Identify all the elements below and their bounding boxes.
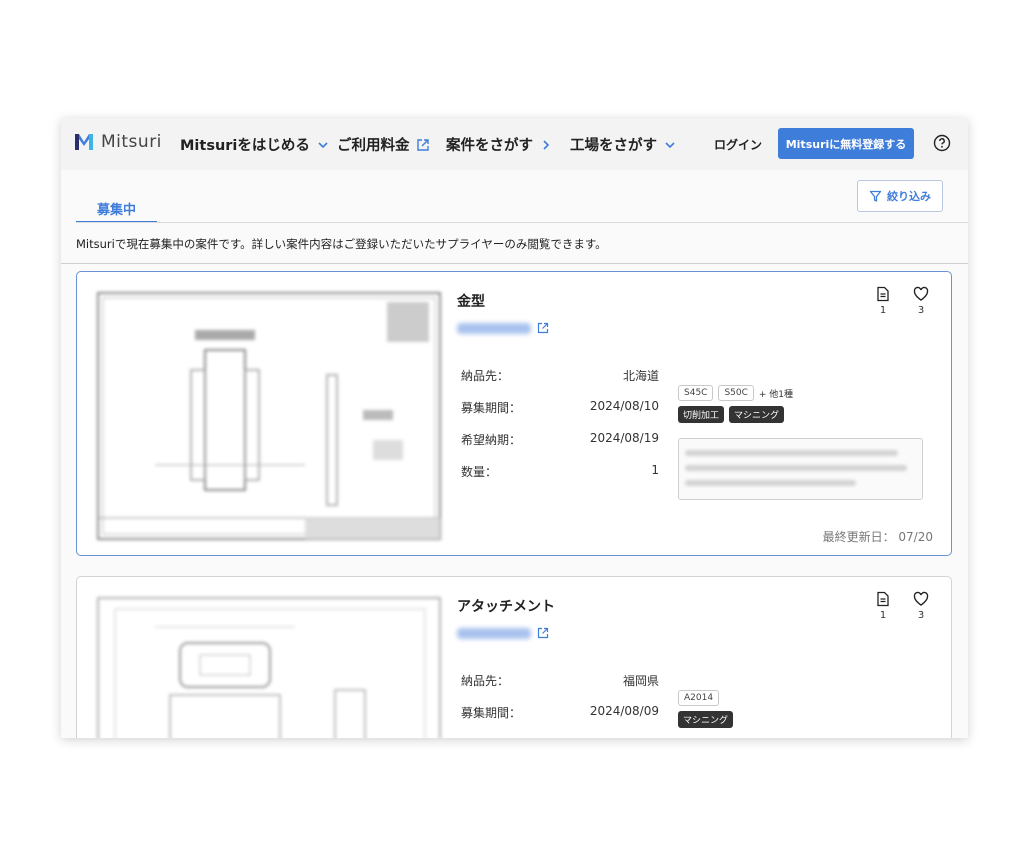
drawing-thumbnail [95, 595, 443, 738]
document-icon [877, 286, 889, 302]
filter-label: 絞り込み [887, 190, 931, 203]
company-link[interactable] [457, 322, 549, 334]
likes-count-value: 3 [917, 305, 925, 316]
logo-text: Mitsuri [101, 132, 162, 152]
files-count[interactable]: 1 [873, 591, 893, 621]
chevron-down-icon [318, 141, 328, 148]
last-updated: 最終更新日： 07/20 [822, 530, 933, 544]
period-row: 募集期間： 2024/08/09 [461, 704, 659, 721]
external-link-icon [537, 322, 549, 334]
description-divider [61, 263, 968, 264]
external-link-icon [537, 627, 549, 639]
delivery-label: 納品先： [461, 369, 510, 383]
process-tag: マシニング [729, 406, 785, 423]
filter-icon [869, 190, 882, 202]
project-title[interactable]: 金型 [457, 291, 485, 311]
period-label: 募集期間： [461, 401, 522, 415]
tags-area: S45C S50C + 他1種 切削加工 マシニング [678, 385, 928, 428]
quantity-row: 数量： 1 [461, 463, 659, 480]
project-card[interactable]: 金型 納品先： 北海道 募集期間： 2024/08/10 希望納期： 2024/… [76, 271, 952, 556]
more-materials: + 他1種 [758, 389, 794, 400]
mitsuri-logo-icon [75, 134, 93, 150]
document-icon [877, 591, 889, 607]
process-tag: 切削加工 [678, 406, 725, 423]
drawing-thumbnail [95, 290, 443, 542]
external-link-icon [416, 138, 429, 151]
nav-find-projects[interactable]: 案件をさがす [446, 134, 553, 155]
technical-drawing-image [97, 597, 441, 738]
project-note-redacted [678, 438, 923, 500]
technical-drawing-image [97, 292, 441, 540]
due-label: 希望納期： [461, 433, 522, 447]
likes-count[interactable]: 3 [911, 591, 931, 621]
signup-button[interactable]: Mitsuriに無料登録する [778, 128, 914, 159]
files-count-value: 1 [879, 610, 887, 621]
heart-icon [913, 286, 929, 301]
mitsuri-logo[interactable]: Mitsuri [74, 132, 162, 152]
delivery-value: 福岡県 [622, 674, 659, 688]
project-title[interactable]: アタッチメント [457, 596, 555, 616]
period-value: 2024/08/09 [589, 704, 659, 718]
nav-find-projects-label: 案件をさがす [446, 138, 533, 154]
tab-recruiting[interactable]: 募集中 [76, 191, 157, 223]
heart-icon [913, 591, 929, 606]
tags-area: A2014 マシニング [678, 690, 928, 733]
page-description: Mitsuriで現在募集中の案件です。詳しい案件内容はご登録いただいたサプライヤ… [76, 237, 607, 251]
nav-pricing-label: ご利用料金 [337, 138, 410, 154]
help-icon[interactable] [933, 134, 951, 152]
chevron-down-icon [665, 141, 675, 148]
nav-pricing[interactable]: ご利用料金 [337, 134, 430, 155]
likes-count[interactable]: 3 [911, 286, 931, 316]
due-value: 2024/08/19 [589, 431, 659, 445]
tab-divider [76, 222, 968, 223]
top-navigation: Mitsuri Mitsuriをはじめる ご利用料金 案件をさがす 工場をさがす… [61, 118, 968, 170]
files-count-value: 1 [879, 305, 887, 316]
delivery-label: 納品先： [461, 674, 510, 688]
files-count[interactable]: 1 [873, 286, 893, 316]
login-link[interactable]: ログイン [714, 136, 762, 153]
material-tag: S50C [718, 385, 754, 401]
delivery-row: 納品先： 福岡県 [461, 672, 659, 689]
likes-count-value: 3 [917, 610, 925, 621]
project-card[interactable]: アタッチメント 納品先： 福岡県 募集期間： 2024/08/09 A2014 … [76, 576, 952, 738]
quantity-value: 1 [651, 463, 659, 477]
nav-find-factories-label: 工場をさがす [570, 138, 657, 154]
delivery-value: 北海道 [622, 369, 659, 383]
company-link[interactable] [457, 627, 549, 639]
material-tag: S45C [678, 385, 714, 401]
period-value: 2024/08/10 [589, 399, 659, 413]
quantity-label: 数量： [461, 465, 498, 479]
process-tag: マシニング [678, 711, 734, 728]
material-tag: A2014 [678, 690, 720, 706]
nav-start-label: Mitsuriをはじめる [180, 138, 310, 154]
nav-start[interactable]: Mitsuriをはじめる [180, 134, 330, 155]
delivery-row: 納品先： 北海道 [461, 367, 659, 384]
company-name-redacted [457, 627, 531, 639]
period-row: 募集期間： 2024/08/10 [461, 399, 659, 416]
period-label: 募集期間： [461, 706, 522, 720]
filter-button[interactable]: 絞り込み [857, 180, 943, 212]
company-name-redacted [457, 322, 531, 334]
app-window: Mitsuri Mitsuriをはじめる ご利用料金 案件をさがす 工場をさがす… [61, 118, 968, 738]
nav-find-factories[interactable]: 工場をさがす [570, 134, 677, 155]
chevron-right-icon [543, 139, 550, 150]
due-row: 希望納期： 2024/08/19 [461, 431, 659, 448]
